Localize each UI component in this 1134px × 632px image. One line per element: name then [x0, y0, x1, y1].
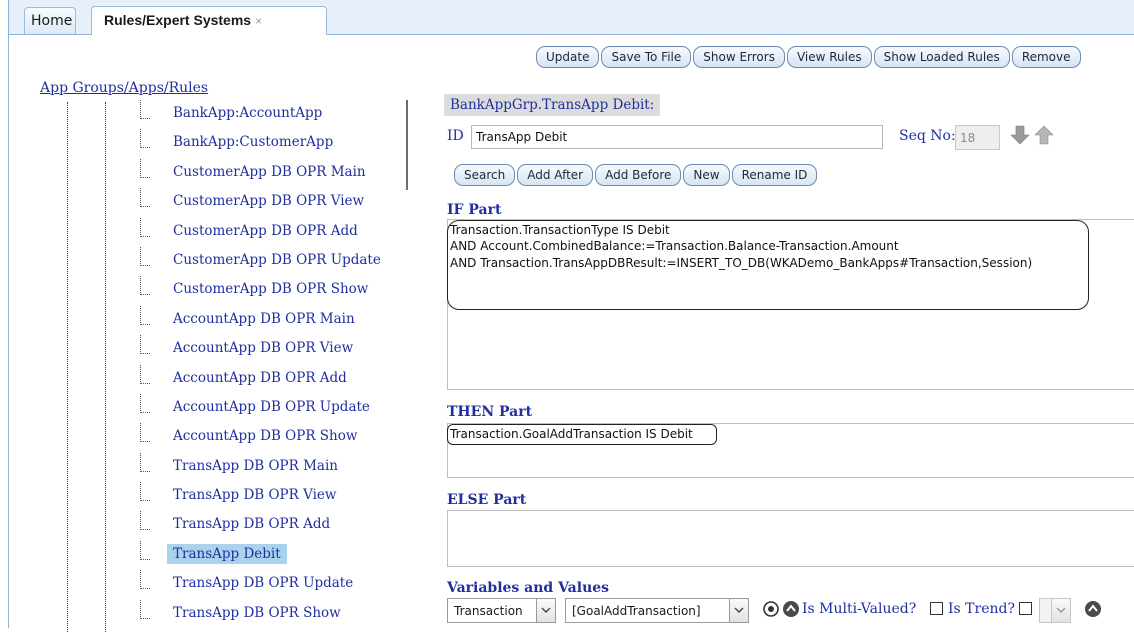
- tree-item-label[interactable]: AccountApp DB OPR Add: [167, 368, 353, 388]
- else-part-label: ELSE Part: [447, 492, 527, 508]
- tree-item-label[interactable]: TransApp DB OPR Add: [167, 514, 336, 534]
- tree-branch-line: [140, 217, 150, 237]
- tree-item-label[interactable]: TransApp Debit: [167, 543, 287, 564]
- tree-branch-line: [140, 276, 150, 296]
- up-arrow-icon[interactable]: [1034, 124, 1054, 146]
- tree-branch-line: [140, 423, 150, 443]
- trend-checkbox[interactable]: [1019, 602, 1032, 615]
- variable-attribute-select[interactable]: [GoalAddTransaction]: [565, 598, 749, 623]
- tree-branch-line: [140, 335, 150, 355]
- search-button[interactable]: Search: [454, 164, 516, 186]
- add-after-button[interactable]: Add After: [517, 164, 594, 186]
- tree-branch-line: [140, 570, 150, 590]
- else-part-textarea[interactable]: [447, 510, 1134, 567]
- seq-no-input[interactable]: [955, 125, 1000, 150]
- tree-title[interactable]: App Groups/Apps/Rules: [40, 80, 208, 96]
- then-line: Transaction.GoalAddTransaction IS Debit: [450, 427, 693, 441]
- id-input[interactable]: [471, 125, 883, 149]
- tree-branch-line: [140, 452, 150, 472]
- down-arrow-icon[interactable]: [1010, 124, 1030, 146]
- variable-object-select[interactable]: Transaction: [447, 598, 556, 623]
- tree-item-label[interactable]: AccountApp DB OPR Update: [167, 397, 376, 417]
- tree-branch-line: [140, 129, 150, 149]
- toolbar: Update Save To File Show Errors View Rules S…: [536, 46, 1083, 70]
- multi-valued-label: Is Multi-Valued?: [802, 601, 917, 617]
- tree-branch-line: [140, 364, 150, 384]
- tree-item-label[interactable]: TransApp DB OPR Update: [167, 573, 359, 593]
- tree-item-label[interactable]: AccountApp DB OPR Main: [167, 309, 361, 329]
- tree-scrollbar[interactable]: [406, 100, 408, 190]
- tree-item-label[interactable]: CustomerApp DB OPR View: [167, 191, 370, 211]
- tree-branch-line: [140, 482, 150, 502]
- tree-item-label[interactable]: AccountApp DB OPR View: [167, 338, 359, 358]
- add-before-button[interactable]: Add Before: [595, 164, 682, 186]
- tree-item-label[interactable]: BankApp:AccountApp: [167, 103, 328, 123]
- tree-branch-line: [140, 540, 150, 560]
- chevron-down-icon[interactable]: [1051, 599, 1070, 622]
- save-to-file-button[interactable]: Save To File: [601, 46, 692, 68]
- chevron-down-icon[interactable]: [729, 599, 748, 622]
- show-loaded-rules-button[interactable]: Show Loaded Rules: [873, 46, 1010, 68]
- tab-rules-label: Rules/Expert Systems: [104, 12, 252, 28]
- if-line: Transaction.TransactionType IS Debit: [450, 223, 670, 237]
- if-line: AND Transaction.TransAppDBResult:=INSERT…: [450, 256, 1033, 270]
- tab-rules-expert-systems[interactable]: Rules/Expert Systems ×: [91, 6, 327, 35]
- then-part-label: THEN Part: [447, 404, 533, 420]
- if-part-label: IF Part: [447, 202, 502, 218]
- show-errors-button[interactable]: Show Errors: [693, 46, 785, 68]
- tree-branch-line: [140, 100, 150, 119]
- rename-id-button[interactable]: Rename ID: [731, 164, 818, 186]
- seq-no-label: Seq No:: [899, 128, 956, 144]
- expand-icon[interactable]: [782, 600, 800, 618]
- tree-guide-line: [105, 102, 106, 632]
- variable-object-value: Transaction: [454, 604, 523, 618]
- tree-item-label[interactable]: CustomerApp DB OPR Add: [167, 221, 364, 241]
- tree-item-label[interactable]: TransApp DB OPR View: [167, 485, 342, 505]
- tree-item-label[interactable]: BankApp:CustomerApp: [167, 132, 339, 152]
- if-line: AND Account.CombinedBalance:=Transaction…: [450, 239, 899, 253]
- close-icon[interactable]: ×: [255, 14, 262, 28]
- multi-valued-checkbox[interactable]: [930, 602, 943, 615]
- rule-breadcrumb: BankAppGrp.TransApp Debit:: [444, 94, 661, 116]
- variable-attribute-value: [GoalAddTransaction]: [572, 604, 701, 618]
- tree-item-label[interactable]: CustomerApp DB OPR Show: [167, 279, 374, 299]
- tree-branch-line: [140, 393, 150, 413]
- view-rules-button[interactable]: View Rules: [786, 46, 872, 68]
- tree-item-label[interactable]: CustomerApp DB OPR Main: [167, 162, 372, 182]
- tree-item-label[interactable]: TransApp DB OPR Main: [167, 456, 344, 476]
- trend-select[interactable]: [1039, 598, 1071, 623]
- tab-home[interactable]: Home: [24, 7, 76, 34]
- tab-bar: Home Rules/Expert Systems ×: [9, 0, 1134, 35]
- rule-actions: Search Add After Add Before New Rename ID: [454, 164, 819, 186]
- tree-item-label[interactable]: CustomerApp DB OPR Update: [167, 250, 387, 270]
- variables-label: Variables and Values: [447, 580, 610, 596]
- tree-branch-line: [140, 188, 150, 208]
- tree-branch-line: [140, 158, 150, 178]
- refresh-icon[interactable]: [762, 600, 780, 618]
- tab-home-label: Home: [31, 13, 73, 29]
- tree-branch-line: [140, 511, 150, 531]
- update-button[interactable]: Update: [536, 46, 600, 68]
- tree-branch-line: [140, 246, 150, 266]
- tree-item-label[interactable]: AccountApp DB OPR Show: [167, 426, 363, 446]
- trend-label: Is Trend?: [948, 601, 1015, 617]
- tree-branch-line: [140, 305, 150, 325]
- remove-button[interactable]: Remove: [1011, 46, 1081, 68]
- tree-item-label[interactable]: TransApp DB OPR Show: [167, 603, 347, 623]
- tree-guide-line: [67, 102, 68, 632]
- collapse-icon[interactable]: [1084, 600, 1102, 618]
- chevron-down-icon[interactable]: [536, 599, 555, 622]
- tree-branch-line: [140, 599, 150, 619]
- id-label: ID: [447, 128, 464, 144]
- new-button[interactable]: New: [683, 164, 730, 186]
